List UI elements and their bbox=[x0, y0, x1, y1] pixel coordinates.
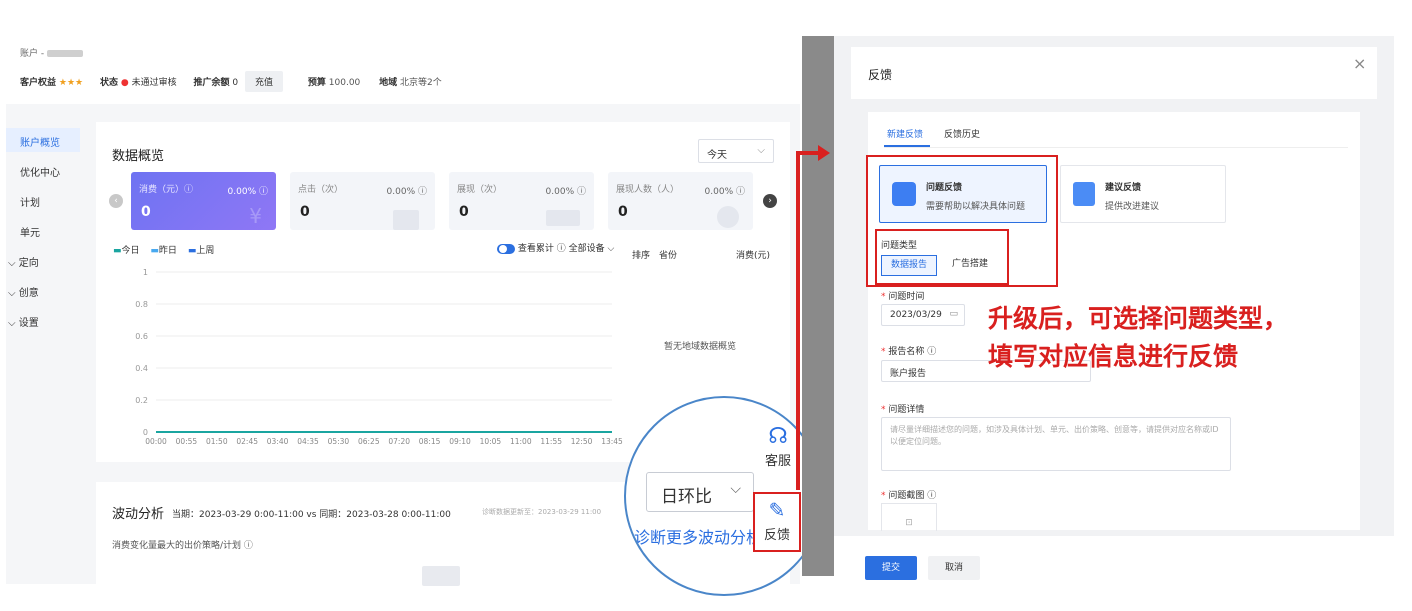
metric-card-reach[interactable]: 展现人数（人） 0.00% ⓘ 0 bbox=[608, 172, 753, 230]
highlight-box-inner bbox=[875, 229, 1009, 285]
sidebar-item-creative[interactable]: ⌵ 创意 bbox=[8, 284, 39, 299]
legend-yesterday-swatch: ▬ bbox=[150, 246, 159, 256]
date-select[interactable]: 今天 ⌵ bbox=[698, 139, 774, 163]
fluctuation-title: 波动分析 bbox=[112, 507, 165, 522]
chevron-down-icon: ⌵ bbox=[607, 244, 615, 254]
upload-image-button[interactable]: ⊡ bbox=[881, 503, 937, 531]
submit-button[interactable]: 提交 bbox=[865, 556, 917, 580]
date-input[interactable]: 2023/03/29 ▭ bbox=[881, 304, 965, 326]
carousel-next-button[interactable]: › bbox=[763, 194, 777, 208]
budget-value: 100.00 bbox=[328, 78, 361, 88]
fluctuation-subtitle: 消费变化量最大的出价策略/计划 ⓘ bbox=[112, 541, 253, 551]
sidebar-item-plan[interactable]: 计划 bbox=[20, 194, 40, 209]
sidebar-item-optimization[interactable]: 优化中心 bbox=[20, 164, 60, 179]
carousel-prev-button[interactable]: ‹ bbox=[109, 194, 123, 208]
more-analysis-link[interactable]: 诊断更多波动分析 bbox=[634, 524, 762, 548]
detail-textarea[interactable]: 请尽量详细描述您的问题，如涉及具体计划、单元、出价策略、创意等，请提供对应名称或… bbox=[881, 417, 1231, 471]
time-label: * 问题时间 bbox=[881, 292, 925, 302]
dialog-title: 反馈 bbox=[868, 68, 893, 82]
chart-options: 查看累计 ⓘ 全部设备 ⌵ bbox=[497, 241, 614, 254]
screenshot-label: * 问题截图 ⓘ bbox=[881, 491, 937, 501]
dialog-header bbox=[851, 47, 1377, 99]
account-name-blur bbox=[46, 50, 83, 57]
region-col-rank: 排序 bbox=[632, 251, 651, 261]
device-select[interactable]: 全部设备 ⌵ bbox=[569, 244, 615, 254]
image-icon: ⊡ bbox=[905, 518, 913, 528]
sidebar-item-unit[interactable]: 单元 bbox=[20, 224, 40, 239]
metric-card-cost[interactable]: 消费（元）ⓘ 0.00% ⓘ 0 ¥ bbox=[131, 172, 276, 230]
chevron-down-icon: ⌵ bbox=[8, 258, 16, 269]
connector-arrow bbox=[796, 145, 830, 490]
account-label: 账户 - bbox=[20, 46, 83, 59]
empty-placeholder-icon bbox=[422, 566, 460, 586]
calendar-icon: ▭ bbox=[949, 309, 958, 319]
close-icon[interactable]: × bbox=[1353, 54, 1366, 73]
fluctuation-update-note: 诊断数据更新至：2023-03-29 11:00 bbox=[482, 508, 602, 516]
region-col-cost: 消费(元) bbox=[736, 251, 771, 261]
user-icon bbox=[717, 206, 739, 228]
chevron-down-icon: ⌵ bbox=[757, 145, 765, 156]
sidebar-item-overview[interactable]: 账户概览 bbox=[20, 134, 60, 149]
cumulative-toggle[interactable] bbox=[497, 243, 515, 254]
tab-new-feedback[interactable]: 新建反馈 bbox=[887, 127, 923, 140]
chevron-down-icon: ⌵ bbox=[8, 318, 16, 329]
sidebar-item-settings[interactable]: ⌵ 设置 bbox=[8, 314, 39, 329]
screen-icon bbox=[546, 210, 580, 226]
fluctuation-period: 当期：2023-03-29 0:00-11:00 vs 同期：2023-03-2… bbox=[172, 510, 451, 520]
chevron-right-icon: › bbox=[768, 196, 772, 206]
legend-today-swatch: ▬ bbox=[113, 246, 122, 256]
balance-value: 0 bbox=[232, 78, 239, 88]
chevron-down-icon: ⌵ bbox=[8, 288, 16, 299]
recharge-button[interactable]: 充值 bbox=[245, 71, 284, 92]
compare-select[interactable]: 日环比 ⌵ bbox=[646, 472, 754, 512]
overview-title: 数据概览 bbox=[112, 149, 165, 164]
dashboard-panel: 账户 - 客户权益 ★★★ 状态 ● 未通过审核 推广余额 0 充值 预算 10… bbox=[0, 0, 824, 611]
detail-label: * 问题详情 bbox=[881, 405, 925, 415]
yuan-icon: ¥ bbox=[249, 204, 262, 228]
report-name-label: * 报告名称 ⓘ bbox=[881, 347, 937, 357]
upgrade-callout: 升级后，可选择问题类型， 填写对应信息进行反馈 bbox=[988, 304, 1289, 371]
region-col-province: 省份 bbox=[659, 251, 678, 261]
click-icon bbox=[393, 210, 419, 230]
tab-feedback-history[interactable]: 反馈历史 bbox=[944, 127, 980, 140]
metric-card-clicks[interactable]: 点击（次） 0.00% ⓘ 0 bbox=[290, 172, 435, 230]
metric-card-impressions[interactable]: 展现（次） 0.00% ⓘ 0 bbox=[449, 172, 594, 230]
chart-legend: ▬今日 ▬昨日 ▬上周 bbox=[113, 246, 215, 256]
chevron-down-icon: ⌵ bbox=[730, 481, 741, 497]
status-dot-icon: ● bbox=[120, 78, 129, 88]
rating-stars: ★★★ bbox=[58, 78, 84, 88]
cancel-button[interactable]: 取消 bbox=[928, 556, 980, 580]
chevron-left-icon: ‹ bbox=[114, 196, 118, 206]
document-icon bbox=[1073, 182, 1095, 206]
sidebar-item-targeting[interactable]: ⌵ 定向 bbox=[8, 254, 39, 269]
status-value: 未通过审核 bbox=[131, 78, 177, 88]
option-suggestion[interactable]: 建议反馈 提供改进建议 bbox=[1060, 165, 1226, 223]
region-empty-text: 暂无地域数据概览 bbox=[664, 342, 737, 352]
region-value: 北京等2个 bbox=[400, 78, 442, 88]
account-info-bar: 客户权益 ★★★ 状态 ● 未通过审核 推广余额 0 充值 预算 100.00 … bbox=[20, 71, 442, 92]
pen-icon: ✎ bbox=[768, 498, 786, 522]
tab-divider bbox=[884, 147, 1348, 148]
feedback-button[interactable]: ✎ 反馈 bbox=[753, 492, 801, 552]
